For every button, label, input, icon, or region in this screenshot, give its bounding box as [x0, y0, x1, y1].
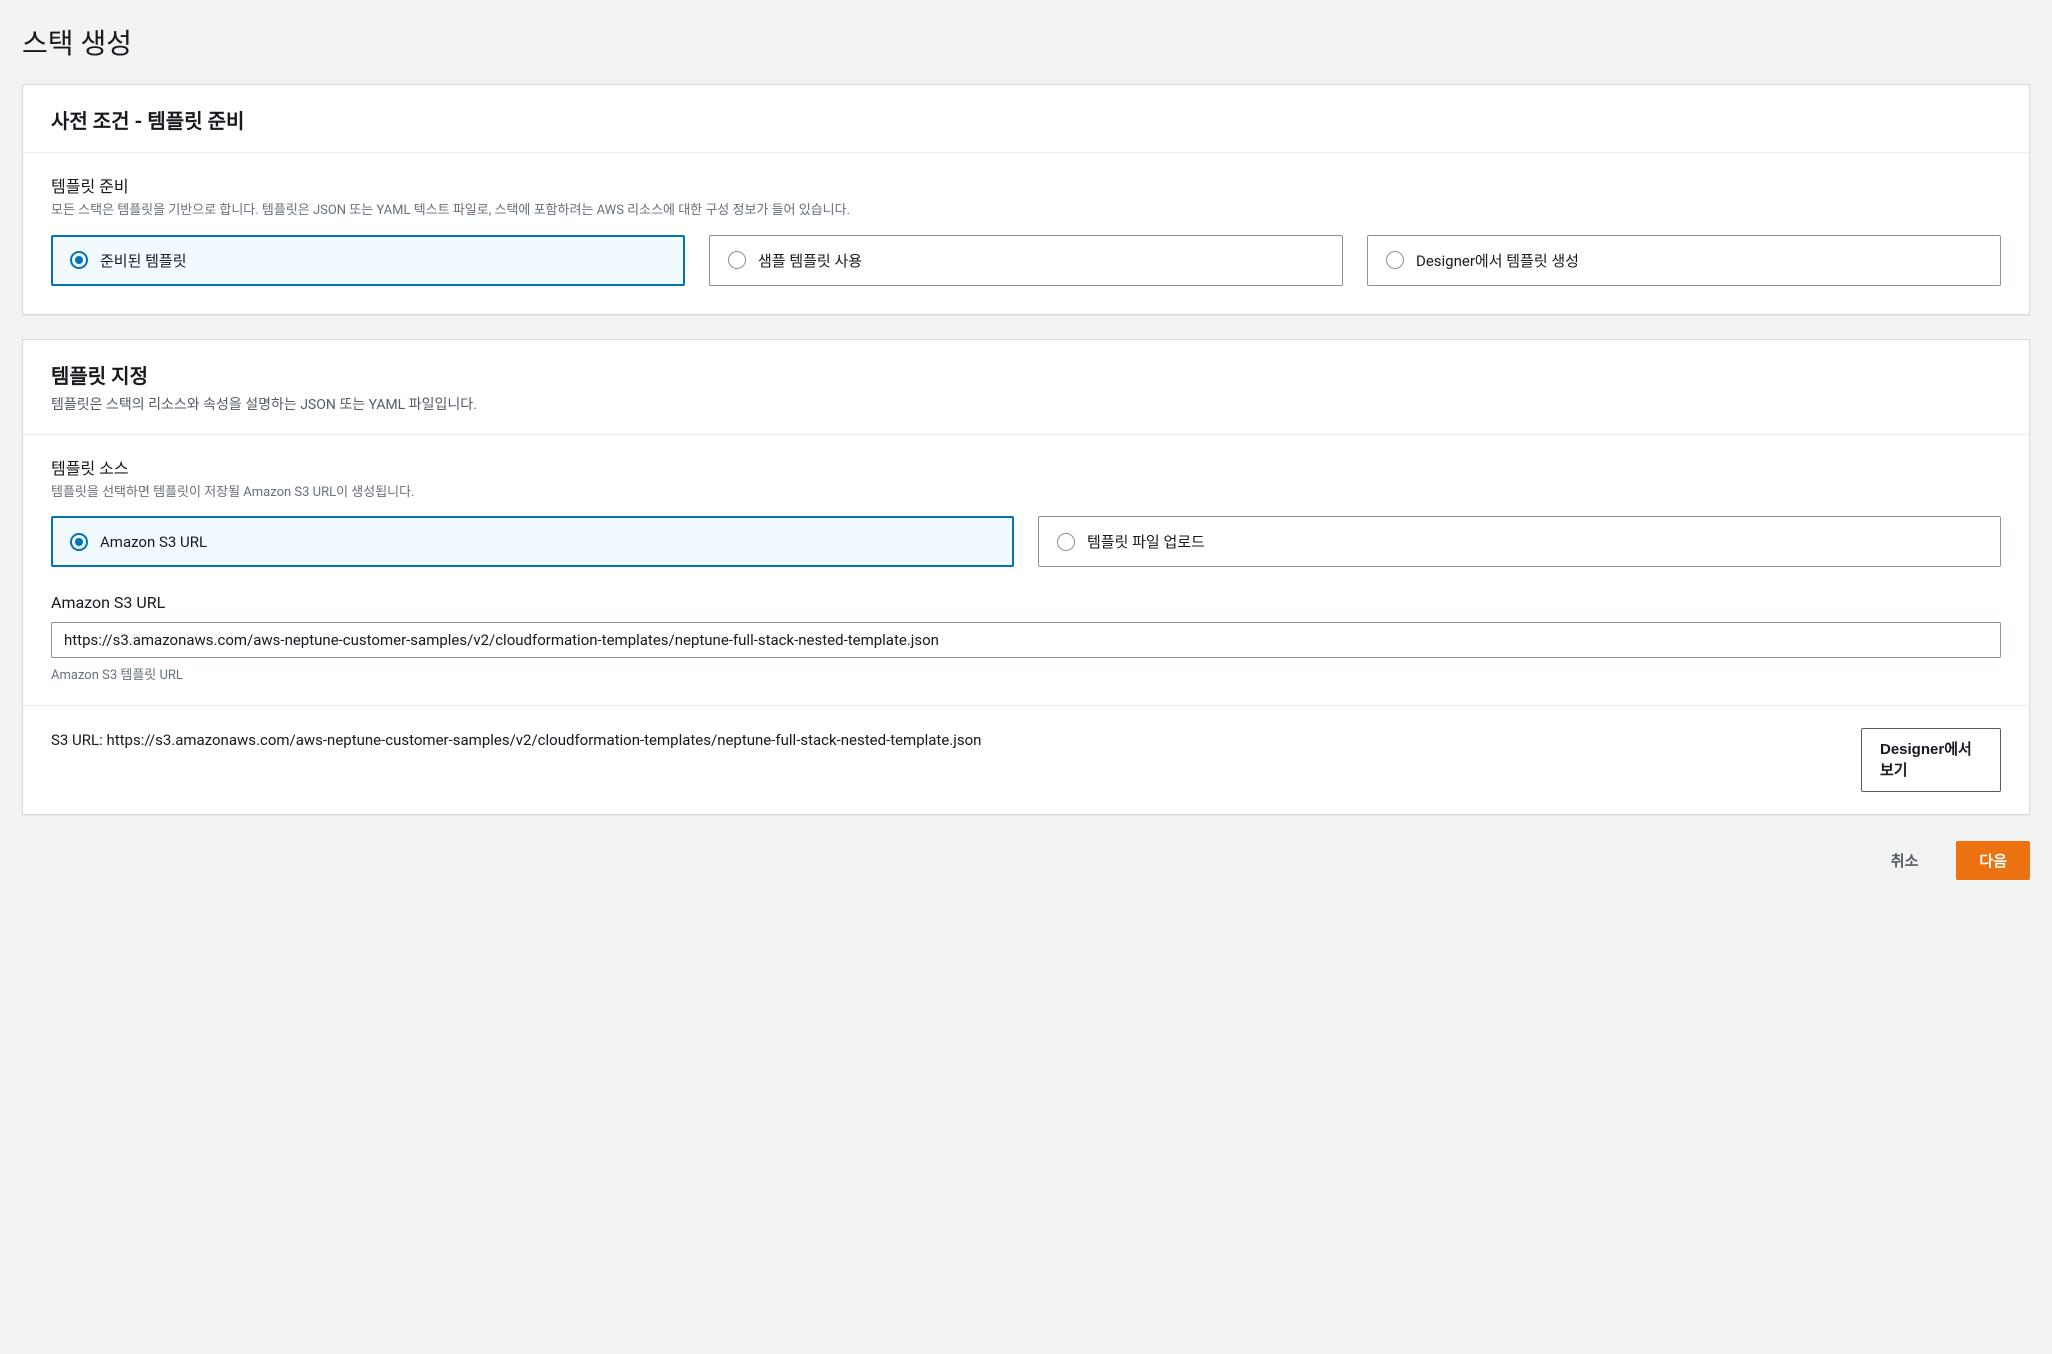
- radio-label: Amazon S3 URL: [100, 533, 207, 551]
- radio-upload-file[interactable]: 템플릿 파일 업로드: [1038, 516, 2001, 567]
- template-prep-helper: 모든 스택은 템플릿을 기반으로 합니다. 템플릿은 JSON 또는 YAML …: [51, 201, 2001, 221]
- template-source-options: Amazon S3 URL 템플릿 파일 업로드: [51, 516, 2001, 567]
- template-source-helper: 템플릿을 선택하면 템플릿이 저장될 Amazon S3 URL이 생성됩니다.: [51, 483, 2001, 503]
- page-title: 스택 생성: [22, 22, 2030, 62]
- radio-ready-template[interactable]: 준비된 템플릿: [51, 235, 685, 286]
- cancel-button[interactable]: 취소: [1869, 841, 1941, 880]
- radio-icon: [728, 251, 746, 269]
- s3-url-input[interactable]: [51, 622, 2001, 658]
- template-prep-label: 템플릿 준비: [51, 173, 2001, 197]
- s3-url-hint: Amazon S3 템플릿 URL: [51, 664, 2001, 683]
- radio-icon: [1386, 251, 1404, 269]
- s3-url-display: S3 URL: https://s3.amazonaws.com/aws-nep…: [51, 728, 1841, 752]
- radio-s3-url[interactable]: Amazon S3 URL: [51, 516, 1014, 567]
- radio-icon: [70, 251, 88, 269]
- prerequisite-panel: 사전 조건 - 템플릿 준비 템플릿 준비 모든 스택은 템플릿을 기반으로 합…: [22, 84, 2030, 315]
- prerequisite-header: 사전 조건 - 템플릿 준비: [23, 85, 2029, 153]
- radio-sample-template[interactable]: 샘플 템플릿 사용: [709, 235, 1343, 286]
- template-spec-header: 템플릿 지정 템플릿은 스택의 리소스와 속성을 설명하는 JSON 또는 YA…: [23, 340, 2029, 435]
- radio-label: 준비된 템플릿: [100, 250, 187, 271]
- footer-buttons: 취소 다음: [22, 827, 2030, 880]
- s3-url-summary-row: S3 URL: https://s3.amazonaws.com/aws-nep…: [23, 706, 2029, 814]
- template-spec-panel: 템플릿 지정 템플릿은 스택의 리소스와 속성을 설명하는 JSON 또는 YA…: [22, 339, 2030, 816]
- next-button[interactable]: 다음: [1956, 841, 2030, 880]
- template-spec-body: 템플릿 소스 템플릿을 선택하면 템플릿이 저장될 Amazon S3 URL이…: [23, 435, 2029, 707]
- s3-url-display-value: https://s3.amazonaws.com/aws-neptune-cus…: [106, 731, 981, 749]
- radio-icon: [1057, 533, 1075, 551]
- radio-label: 템플릿 파일 업로드: [1087, 531, 1205, 552]
- s3-url-display-label: S3 URL:: [51, 731, 106, 749]
- prerequisite-body: 템플릿 준비 모든 스택은 템플릿을 기반으로 합니다. 템플릿은 JSON 또…: [23, 153, 2029, 314]
- radio-designer-template[interactable]: Designer에서 템플릿 생성: [1367, 235, 2001, 286]
- radio-label: Designer에서 템플릿 생성: [1416, 250, 1579, 271]
- template-spec-heading: 템플릿 지정: [51, 360, 2001, 389]
- view-in-designer-button[interactable]: Designer에서 보기: [1861, 728, 2001, 792]
- prerequisite-heading: 사전 조건 - 템플릿 준비: [51, 105, 2001, 134]
- template-spec-subtitle: 템플릿은 스택의 리소스와 속성을 설명하는 JSON 또는 YAML 파일입니…: [51, 395, 2001, 416]
- template-source-label: 템플릿 소스: [51, 455, 2001, 479]
- s3-url-label: Amazon S3 URL: [51, 593, 2001, 612]
- template-prep-options: 준비된 템플릿 샘플 템플릿 사용 Designer에서 템플릿 생성: [51, 235, 2001, 286]
- radio-label: 샘플 템플릿 사용: [758, 250, 862, 271]
- radio-icon: [70, 533, 88, 551]
